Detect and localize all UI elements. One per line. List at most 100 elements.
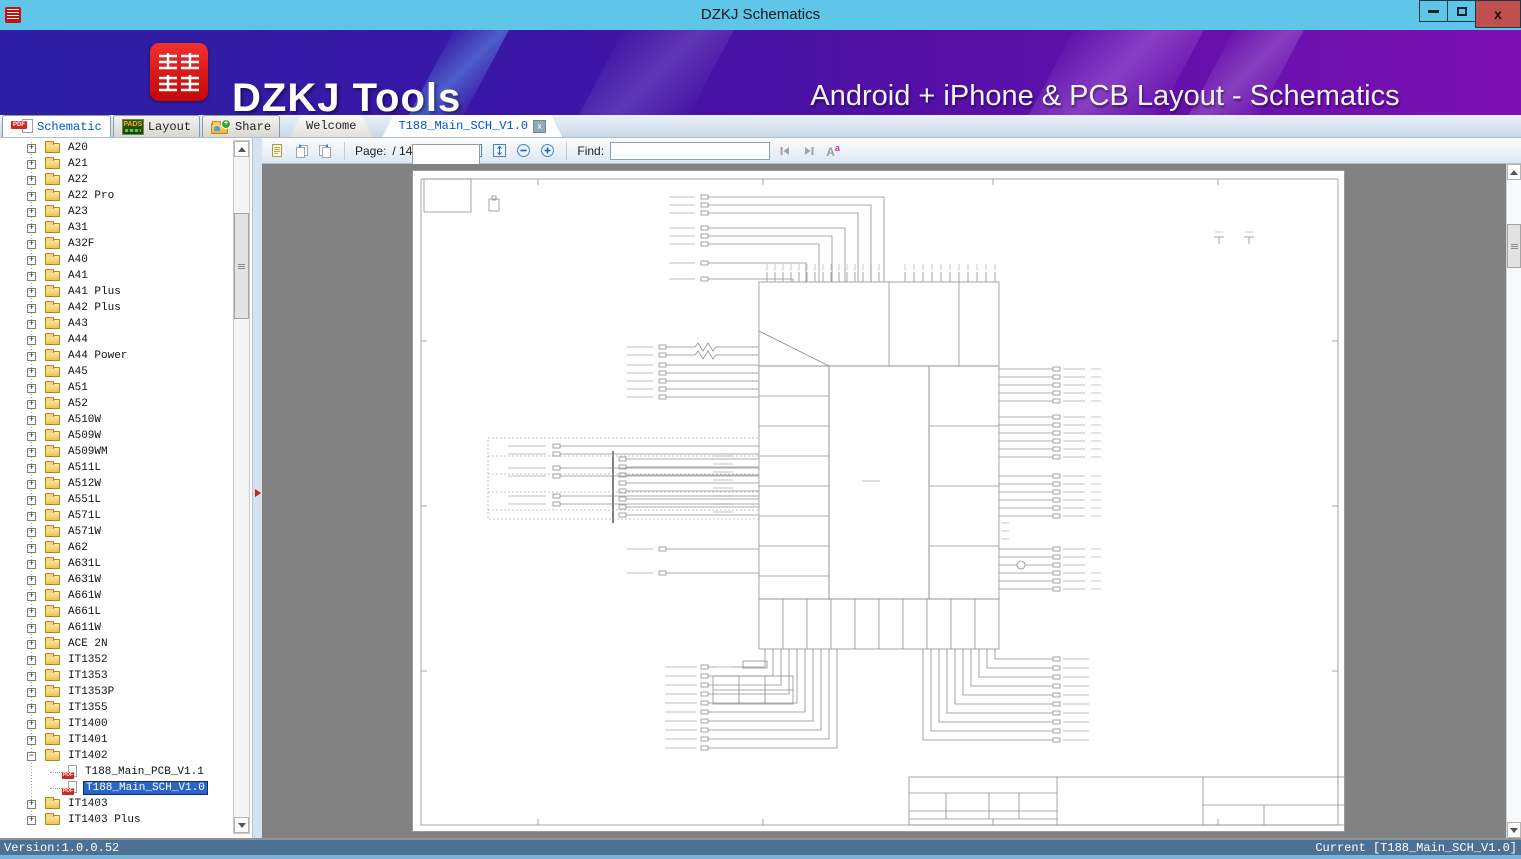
tree-folder-a44[interactable]: + A44	[0, 332, 252, 348]
tree-file-t188-main-sch-v1-0[interactable]: PDF T188_Main_SCH_V1.0	[0, 780, 252, 796]
scroll-down-button[interactable]	[1507, 822, 1521, 838]
doc-tab-welcome[interactable]: Welcome	[290, 115, 372, 137]
tree-expander[interactable]: −	[27, 751, 36, 761]
scroll-up-button[interactable]	[234, 141, 249, 157]
tab-schematic[interactable]: PDF Schematic	[2, 115, 111, 137]
tree-expander[interactable]: +	[27, 271, 36, 281]
scrollbar-thumb[interactable]	[234, 213, 249, 319]
tree-expander[interactable]: +	[27, 719, 36, 729]
tree-folder-it1400[interactable]: + IT1400	[0, 716, 252, 732]
tree-folder-a571w[interactable]: + A571W	[0, 524, 252, 540]
tree-expander[interactable]: +	[27, 463, 36, 473]
tree-folder-a509w[interactable]: + A509W	[0, 428, 252, 444]
tree-folder-a32f[interactable]: + A32F	[0, 236, 252, 252]
tree-file-t188-main-pcb-v1-1[interactable]: PDF T188_Main_PCB_V1.1	[0, 764, 252, 780]
tree-expander[interactable]: +	[27, 623, 36, 633]
tab-layout[interactable]: PADS Layout	[112, 115, 201, 137]
tree-expander[interactable]: +	[27, 223, 36, 233]
tree-folder-a510w[interactable]: + A510W	[0, 412, 252, 428]
tree-expander[interactable]: +	[27, 799, 36, 809]
tree-folder-a51[interactable]: + A51	[0, 380, 252, 396]
viewer-scrollbar[interactable]	[1506, 164, 1521, 838]
tab-share[interactable]: + Share	[202, 115, 281, 137]
tree-expander[interactable]: +	[27, 639, 36, 649]
tree-folder-a52[interactable]: + A52	[0, 396, 252, 412]
rotate-left-icon[interactable]	[292, 142, 310, 160]
tree-expander[interactable]: +	[27, 687, 36, 697]
tree-scrollbar[interactable]	[233, 140, 250, 834]
tree-folder-it1401[interactable]: + IT1401	[0, 732, 252, 748]
tree-folder-a551l[interactable]: + A551L	[0, 492, 252, 508]
tree-folder-a31[interactable]: + A31	[0, 220, 252, 236]
tree-folder-ace-2n[interactable]: + ACE 2N	[0, 636, 252, 652]
doc-tab-t188-main-sch-v1-0[interactable]: T188_Main_SCH_V1.0 x	[382, 115, 562, 137]
tree-expander[interactable]: +	[27, 511, 36, 521]
tree-folder-a41[interactable]: + A41	[0, 268, 252, 284]
tree-expander[interactable]: +	[27, 351, 36, 361]
scroll-down-button[interactable]	[234, 817, 249, 833]
tree-folder-a611w[interactable]: + A611W	[0, 620, 252, 636]
scroll-up-button[interactable]	[1507, 164, 1521, 180]
collapse-arrow-icon[interactable]	[255, 489, 261, 497]
tree-expander[interactable]: +	[27, 703, 36, 713]
tree-expander[interactable]: +	[27, 495, 36, 505]
tree-expander[interactable]: +	[27, 399, 36, 409]
tree-expander[interactable]: +	[27, 239, 36, 249]
find-input[interactable]	[610, 141, 771, 160]
tree-expander[interactable]: +	[27, 367, 36, 377]
tree-expander[interactable]: +	[27, 319, 36, 329]
tree-expander[interactable]: +	[27, 527, 36, 537]
tree-folder-a22[interactable]: + A22	[0, 172, 252, 188]
tree-folder-it1402[interactable]: − IT1402	[0, 748, 252, 764]
tree-folder-it1403-plus[interactable]: + IT1403 Plus	[0, 812, 252, 828]
single-page-icon[interactable]	[268, 142, 286, 160]
tree-folder-a631w[interactable]: + A631W	[0, 572, 252, 588]
fit-page-button[interactable]	[490, 142, 508, 160]
tree-expander[interactable]: +	[27, 303, 36, 313]
tree-expander[interactable]: +	[27, 191, 36, 201]
tree-folder-a21[interactable]: + A21	[0, 156, 252, 172]
tree-expander[interactable]: +	[27, 607, 36, 617]
tree-expander[interactable]: +	[27, 575, 36, 585]
tree-folder-a44-power[interactable]: + A44 Power	[0, 348, 252, 364]
tree-expander[interactable]: +	[27, 383, 36, 393]
close-button[interactable]: x	[1475, 0, 1521, 28]
scrollbar-thumb[interactable]	[1507, 224, 1521, 268]
tree-expander[interactable]: +	[27, 735, 36, 745]
panel-splitter[interactable]	[252, 138, 262, 838]
tree-folder-a512w[interactable]: + A512W	[0, 476, 252, 492]
tree-expander[interactable]: +	[27, 591, 36, 601]
tree-folder-it1353p[interactable]: + IT1353P	[0, 684, 252, 700]
tree-expander[interactable]: +	[27, 559, 36, 569]
tree-expander[interactable]: +	[27, 815, 36, 825]
minimize-button[interactable]	[1419, 0, 1447, 22]
zoom-in-button[interactable]	[538, 142, 556, 160]
tree-expander[interactable]: +	[27, 479, 36, 489]
tree-folder-a571l[interactable]: + A571L	[0, 508, 252, 524]
find-next-button[interactable]	[800, 142, 818, 160]
tree-folder-a661l[interactable]: + A661L	[0, 604, 252, 620]
tab-close-icon[interactable]: x	[533, 120, 546, 133]
tree-folder-a511l[interactable]: + A511L	[0, 460, 252, 476]
tree-expander[interactable]: +	[27, 671, 36, 681]
tree-expander[interactable]: +	[27, 415, 36, 425]
tree-folder-a661w[interactable]: + A661W	[0, 588, 252, 604]
tree-folder-a22-pro[interactable]: + A22 Pro	[0, 188, 252, 204]
match-case-button[interactable]: Aa	[824, 142, 842, 160]
tree-expander[interactable]: +	[27, 287, 36, 297]
tree-expander[interactable]: +	[27, 431, 36, 441]
tree-expander[interactable]: +	[27, 447, 36, 457]
tree-expander[interactable]: +	[27, 655, 36, 665]
tree-expander[interactable]: +	[27, 159, 36, 169]
tree-folder-a23[interactable]: + A23	[0, 204, 252, 220]
tree-folder-a45[interactable]: + A45	[0, 364, 252, 380]
tree-folder-a631l[interactable]: + A631L	[0, 556, 252, 572]
tree-folder-a40[interactable]: + A40	[0, 252, 252, 268]
tree-expander[interactable]: +	[27, 175, 36, 185]
rotate-right-icon[interactable]	[316, 142, 334, 160]
tree-expander[interactable]: +	[27, 543, 36, 553]
tree-expander[interactable]: +	[27, 143, 36, 153]
tree-folder-a62[interactable]: + A62	[0, 540, 252, 556]
zoom-out-button[interactable]	[514, 142, 532, 160]
tree-folder-it1403[interactable]: + IT1403	[0, 796, 252, 812]
